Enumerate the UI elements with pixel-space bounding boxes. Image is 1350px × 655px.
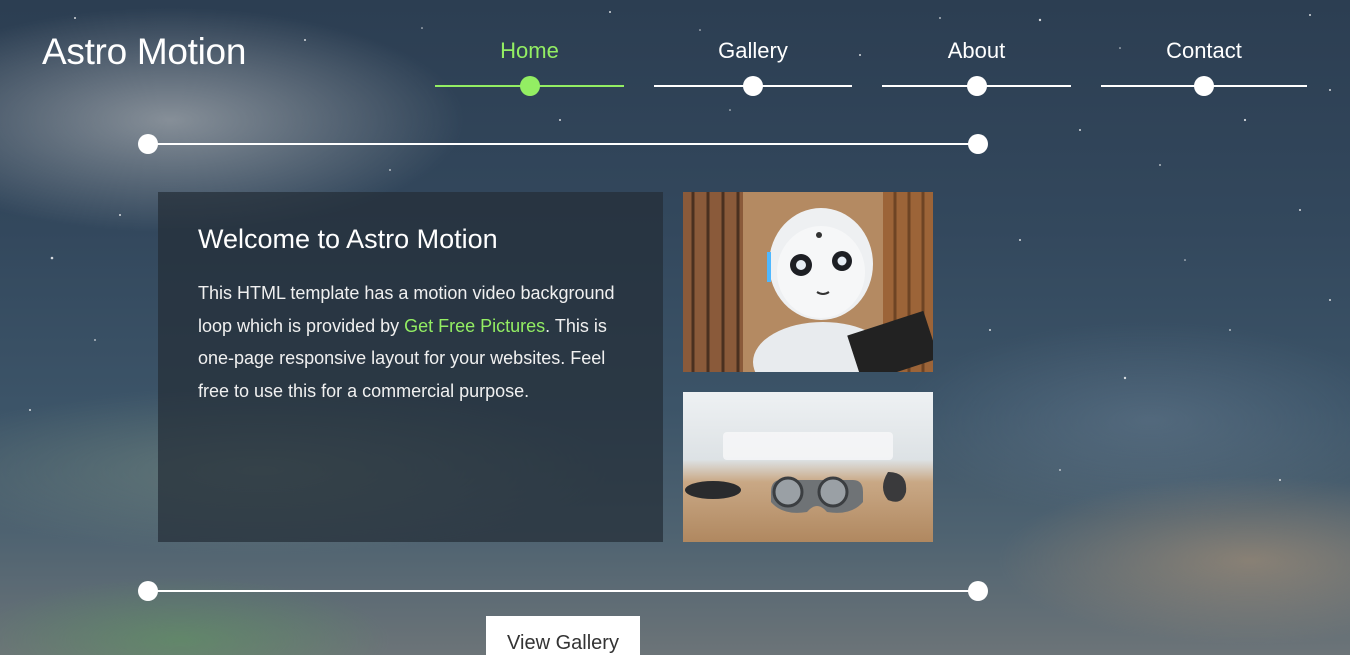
vr-glasses-photo[interactable] <box>683 392 933 542</box>
bottom-divider-rail <box>138 581 988 601</box>
top-divider-rail <box>138 134 988 154</box>
welcome-text: This HTML template has a motion video ba… <box>198 277 618 407</box>
rail-end-dot <box>968 134 988 154</box>
welcome-heading: Welcome to Astro Motion <box>198 224 498 254</box>
site-title[interactable]: Astro Motion <box>42 31 246 73</box>
nav-label-contact: Contact <box>1166 38 1242 63</box>
nav-dot <box>967 76 987 96</box>
nav-dot <box>743 76 763 96</box>
vr-glasses-image <box>683 392 933 542</box>
nav-dot <box>520 76 540 96</box>
nav-label-home: Home <box>500 38 559 63</box>
welcome-panel: Welcome to Astro Motion This HTML templa… <box>158 192 663 542</box>
get-free-pictures-link[interactable]: Get Free Pictures <box>404 316 545 336</box>
nav-dot <box>1194 76 1214 96</box>
rail-end-dot <box>138 134 158 154</box>
robot-image <box>683 192 933 372</box>
nav-item-about[interactable]: About <box>882 38 1071 96</box>
view-gallery-button[interactable]: View Gallery <box>486 616 640 655</box>
nav-item-home[interactable]: Home <box>435 38 624 96</box>
nav-item-contact[interactable]: Contact <box>1101 38 1307 96</box>
rail-end-dot <box>138 581 158 601</box>
nav-label-gallery: Gallery <box>718 38 788 63</box>
rail-end-dot <box>968 581 988 601</box>
nav-label-about: About <box>947 38 1006 63</box>
robot-photo[interactable] <box>683 192 933 372</box>
nav-item-gallery[interactable]: Gallery <box>654 38 852 96</box>
